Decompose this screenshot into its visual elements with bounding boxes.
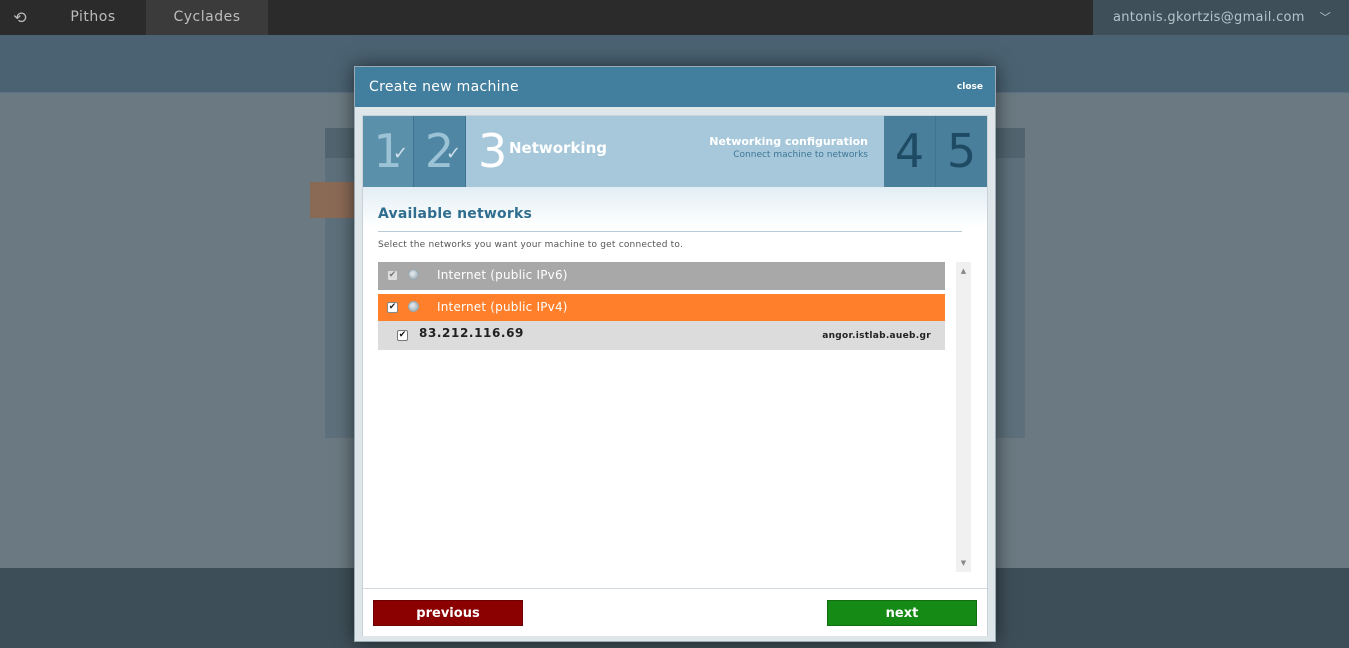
network-checkbox[interactable]: ✔ <box>387 302 398 313</box>
user-menu[interactable]: antonis.gkortzis@gmail.com ﹀ <box>1093 0 1349 35</box>
background-new-machine-button <box>310 182 360 218</box>
network-checkbox[interactable]: ✔ <box>387 270 398 281</box>
network-list: ✔ Internet (public IPv6) ✔ Internet (pub… <box>378 262 972 572</box>
step-4-number: 4 <box>894 124 925 178</box>
network-row-ipv4[interactable]: ✔ Internet (public IPv4) <box>378 294 945 321</box>
checkmark-icon: ✓ <box>393 143 409 164</box>
globe-icon <box>408 269 419 280</box>
network-row-ipv6[interactable]: ✔ Internet (public IPv6) <box>378 262 945 290</box>
network-label: Internet (public IPv6) <box>437 268 568 282</box>
globe-icon <box>408 301 419 312</box>
scroll-up-arrow-icon[interactable]: ▲ <box>956 264 971 278</box>
dialog-header: Create new machine close <box>355 67 995 107</box>
ip-checkbox[interactable]: ✔ <box>397 330 408 341</box>
tab-pithos-label: Pithos <box>70 9 116 25</box>
step-3-active: 3 Networking Networking configuration Co… <box>466 116 884 187</box>
close-button[interactable]: close <box>957 67 983 107</box>
step-3-number: 3 <box>478 124 508 178</box>
tab-cyclades[interactable]: Cyclades <box>146 0 268 35</box>
step-5-number: 5 <box>946 124 977 178</box>
step-4[interactable]: 4 <box>884 116 936 187</box>
dialog-title: Create new machine <box>369 79 519 95</box>
step-description-title: Networking configuration <box>709 135 868 148</box>
wizard-body: 1 ✓ 2 ✓ 3 Networking Networking configur… <box>362 115 988 636</box>
chevron-down-icon: ﹀ <box>1319 11 1331 24</box>
previous-button[interactable]: previous <box>373 600 523 626</box>
wizard-footer: previous next <box>363 588 987 636</box>
user-email: antonis.gkortzis@gmail.com <box>1113 10 1305 25</box>
step-5[interactable]: 5 <box>936 116 987 187</box>
wizard-steps: 1 ✓ 2 ✓ 3 Networking Networking configur… <box>363 116 987 187</box>
ip-address-row[interactable]: ✔ 83.212.116.69 angor.istlab.aueb.gr <box>378 321 945 350</box>
create-machine-dialog: Create new machine close 1 ✓ 2 ✓ 3 Netwo… <box>354 66 996 642</box>
synnefo-logo-icon[interactable]: ⟲ <box>10 8 30 28</box>
step-1[interactable]: 1 ✓ <box>363 116 414 187</box>
tab-cyclades-label: Cyclades <box>173 9 241 25</box>
ip-hostname: angor.istlab.aueb.gr <box>822 331 931 341</box>
checkmark-icon: ✓ <box>446 143 462 164</box>
ip-address: 83.212.116.69 <box>419 326 524 340</box>
tab-pithos[interactable]: Pithos <box>40 0 146 35</box>
next-button[interactable]: next <box>827 600 977 626</box>
network-label: Internet (public IPv4) <box>437 300 568 314</box>
step-description-subtitle: Connect machine to networks <box>733 150 868 160</box>
step-3-name: Networking <box>509 139 607 157</box>
section-description: Select the networks you want your machin… <box>378 240 684 250</box>
step-2[interactable]: 2 ✓ <box>414 116 466 187</box>
scroll-down-arrow-icon[interactable]: ▼ <box>956 556 971 570</box>
section-title: Available networks <box>378 206 962 232</box>
network-list-scrollbar[interactable]: ▲ ▼ <box>956 262 971 572</box>
top-navigation-bar: ⟲ Pithos Cyclades antonis.gkortzis@gmail… <box>0 0 1349 35</box>
